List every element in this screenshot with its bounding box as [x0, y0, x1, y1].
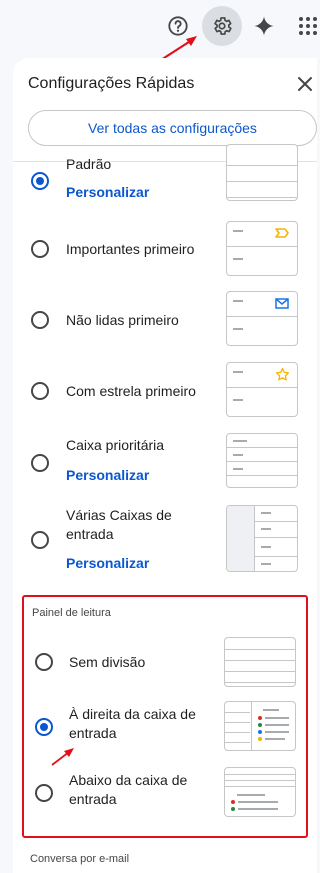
- inbox-option-multiple[interactable]: Várias Caixas de entrada Personalizar: [13, 504, 317, 574]
- section-title: Conversa por e-mail: [30, 853, 130, 865]
- reading-option-below[interactable]: Abaixo da caixa de entrada: [24, 765, 306, 819]
- customize-link[interactable]: Personalizar: [66, 467, 149, 483]
- radio-priority[interactable]: [31, 454, 49, 472]
- radio-no-split[interactable]: [35, 653, 53, 671]
- radio-multiple[interactable]: [31, 531, 49, 549]
- radio-important-first[interactable]: [31, 240, 49, 258]
- option-label: À direita da caixa de entrada: [69, 706, 196, 741]
- reading-pane-section: Painel de leitura Sem divisão À direita …: [22, 595, 308, 838]
- close-icon: [298, 77, 312, 91]
- thumbnail-below: [224, 767, 296, 817]
- thumbnail-important-first: [226, 221, 298, 276]
- radio-unread-first[interactable]: [31, 311, 49, 329]
- customize-link[interactable]: Personalizar: [66, 184, 149, 200]
- settings-icon: [214, 17, 232, 35]
- section-title: Painel de leitura: [32, 607, 111, 619]
- radio-right[interactable]: [35, 718, 53, 736]
- close-button[interactable]: [296, 75, 314, 93]
- inbox-option-default[interactable]: Padrão Personalizar: [13, 144, 317, 214]
- thumbnail-unread-first: [226, 291, 298, 346]
- gemini-button[interactable]: [244, 6, 284, 46]
- option-label: Várias Caixas de entrada: [66, 507, 172, 542]
- option-label: Com estrela primeiro: [66, 383, 196, 399]
- star-icon: [275, 367, 290, 381]
- envelope-icon: [275, 298, 289, 309]
- option-label: Caixa prioritária: [66, 437, 165, 453]
- option-label: Padrão: [66, 156, 112, 172]
- inbox-option-starred-first[interactable]: Com estrela primeiro: [13, 362, 317, 422]
- see-all-settings-button[interactable]: Ver todas as configurações: [28, 110, 317, 146]
- inbox-option-important-first[interactable]: Importantes primeiro: [13, 221, 317, 281]
- option-label: Abaixo da caixa de entrada: [69, 772, 188, 807]
- thumbnail-starred-first: [226, 362, 298, 417]
- inbox-option-priority[interactable]: Caixa prioritária Personalizar: [13, 433, 317, 493]
- apps-icon: [299, 17, 317, 35]
- important-icon: [275, 228, 289, 238]
- radio-starred-first[interactable]: [31, 382, 49, 400]
- thumbnail-multiple: [226, 505, 298, 572]
- thumbnail-right: [224, 701, 296, 751]
- quick-settings-panel: Configurações Rápidas Ver todas as confi…: [13, 58, 317, 873]
- settings-button[interactable]: [202, 6, 242, 46]
- option-label: Importantes primeiro: [66, 241, 195, 257]
- apps-button[interactable]: [288, 6, 320, 46]
- annotation-arrow-icon: [51, 748, 74, 766]
- radio-default[interactable]: [31, 172, 49, 190]
- inbox-option-unread-first[interactable]: Não lidas primeiro: [13, 291, 317, 351]
- thumbnail-no-split: [224, 637, 296, 687]
- top-bar: [0, 0, 320, 68]
- thumbnail-priority: [226, 433, 298, 488]
- option-label: Não lidas primeiro: [66, 312, 179, 328]
- option-label: Sem divisão: [69, 654, 146, 670]
- panel-title: Configurações Rápidas: [28, 75, 195, 92]
- customize-link[interactable]: Personalizar: [66, 555, 149, 571]
- reading-option-no-split[interactable]: Sem divisão: [24, 637, 306, 689]
- gemini-icon: [254, 16, 274, 36]
- radio-below[interactable]: [35, 784, 53, 802]
- thumbnail-default: [226, 144, 298, 201]
